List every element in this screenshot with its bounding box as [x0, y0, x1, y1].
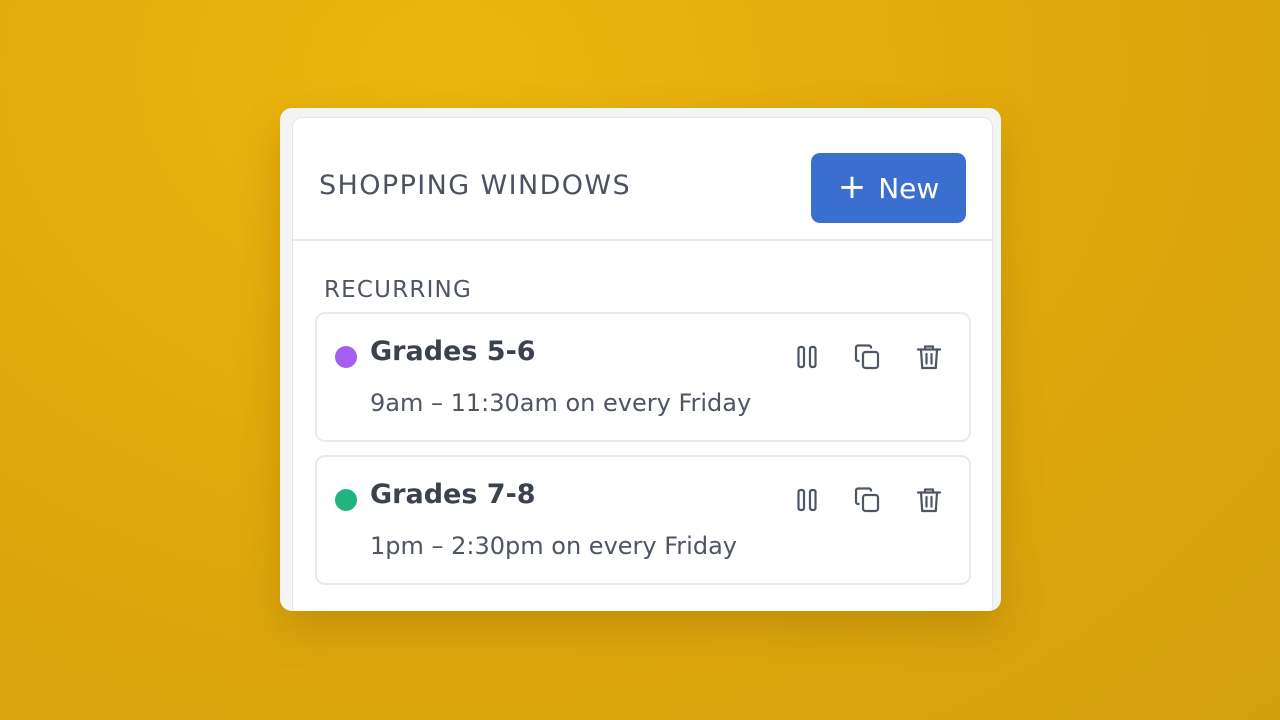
window-item[interactable]: Grades 5-6 9am – 11:30am on every Friday [315, 312, 971, 442]
section-label-recurring: RECURRING [324, 277, 472, 303]
new-button-label: New [878, 171, 940, 205]
pause-icon[interactable] [792, 485, 822, 515]
window-item[interactable]: Grades 7-8 1pm – 2:30pm on every Friday [315, 455, 971, 585]
page-title: SHOPPING WINDOWS [319, 170, 632, 201]
color-dot [335, 346, 357, 368]
color-dot [335, 489, 357, 511]
duplicate-icon[interactable] [852, 485, 882, 515]
window-schedule: 1pm – 2:30pm on every Friday [370, 532, 737, 560]
new-window-button[interactable]: + New [811, 153, 966, 223]
pause-icon[interactable] [792, 342, 822, 372]
shopping-windows-card: SHOPPING WINDOWS + New RECURRING Grades … [292, 117, 993, 611]
plus-icon: + [837, 166, 867, 207]
window-name: Grades 5-6 [370, 336, 536, 367]
shopping-windows-panel: SHOPPING WINDOWS + New RECURRING Grades … [280, 108, 1001, 611]
card-header: SHOPPING WINDOWS + New [293, 118, 992, 241]
trash-icon[interactable] [914, 342, 944, 372]
duplicate-icon[interactable] [852, 342, 882, 372]
trash-icon[interactable] [914, 485, 944, 515]
window-name: Grades 7-8 [370, 479, 536, 510]
window-schedule: 9am – 11:30am on every Friday [370, 389, 752, 417]
